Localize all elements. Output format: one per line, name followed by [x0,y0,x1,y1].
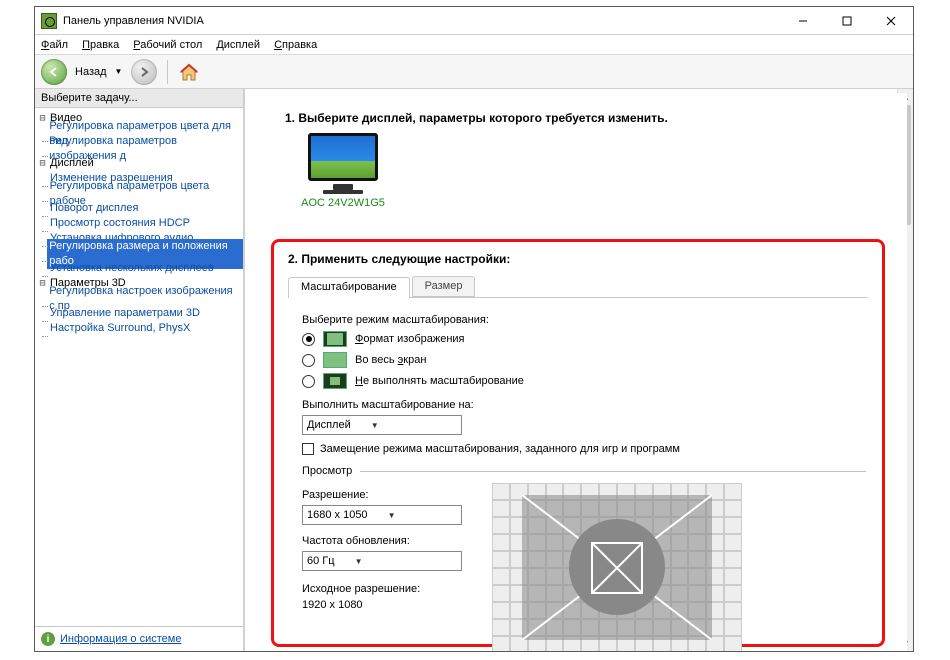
toolbar: Назад ▼ [35,55,913,89]
content-area: ▲▼ 1. Выберите дисплей, параметры которо… [245,89,913,651]
monitor-icon [308,133,378,181]
perform-on-value: Дисплей [307,419,351,431]
home-button[interactable] [178,61,200,83]
task-tree: ⊟Видео Регулировка параметров цвета для … [35,108,243,626]
radio-aspect[interactable] [302,333,315,346]
maximize-button[interactable] [825,7,869,35]
radio-noscale-label: Не выполнять масштабирование [355,375,524,387]
tree-item-3d-manage[interactable]: Управление параметрами 3D [48,306,202,321]
nvidia-icon [41,13,57,29]
preview-pane [492,483,742,651]
preview-label: Просмотр [302,465,352,477]
minimize-button[interactable] [781,7,825,35]
sidebar-header: Выберите задачу... [35,89,243,108]
monitor-name: AOC 24V2W1G5 [293,197,393,209]
tree-toggle-display[interactable]: ⊟ [37,156,48,171]
chevron-down-icon: ▼ [371,421,379,430]
radio-fullscreen[interactable] [302,354,315,367]
menubar: Файл Правка Рабочий стол Дисплей Справка [35,35,913,55]
menu-help[interactable]: Справка [274,39,317,51]
system-info-link[interactable]: Информация о системе [60,633,181,645]
app-window: Панель управления NVIDIA Файл Правка Раб… [34,6,914,652]
tree-item-multi-display[interactable]: Установка нескольких дисплеев [48,261,216,276]
scaling-mode-label: Выберите режим масштабирования: [302,314,866,326]
menu-file[interactable]: Файл [41,39,68,51]
tree-group-display: Дисплей [48,156,96,171]
resolution-label: Разрешение: [302,489,462,501]
menu-desktop[interactable]: Рабочий стол [133,39,202,51]
back-dropdown[interactable]: ▼ [115,67,125,76]
refresh-label: Частота обновления: [302,535,462,547]
refresh-select[interactable]: 60 Гц ▼ [302,551,462,571]
menu-display[interactable]: Дисплей [216,39,260,51]
native-value: 1920 x 1080 [302,599,462,611]
step1-heading: 1. Выберите дисплей, параметры которого … [285,111,907,125]
forward-button[interactable] [131,59,157,85]
native-label: Исходное разрешение: [302,583,462,595]
radio-aspect-label: Формат изображения [355,333,465,345]
highlight-box: 2. Применить следующие настройки: Масшта… [271,239,885,647]
radio-noscale[interactable] [302,375,315,388]
menu-edit[interactable]: Правка [82,39,119,51]
chevron-down-icon: ▼ [355,557,363,566]
step2-heading: 2. Применить следующие настройки: [288,252,868,266]
tree-item-surround[interactable]: Настройка Surround, PhysX [48,321,192,336]
tree-toggle-video[interactable]: ⊟ [37,111,48,126]
sidebar-footer: i Информация о системе [35,626,243,651]
override-label: Замещение режима масштабирования, заданн… [320,443,680,455]
back-label: Назад [75,66,107,78]
radio-fullscreen-label: Во весь экран [355,354,426,366]
perform-on-label: Выполнить масштабирование на: [302,399,866,411]
tab-scaling[interactable]: Масштабирование [288,277,410,298]
resolution-select[interactable]: 1680 x 1050 ▼ [302,505,462,525]
aspect-icon [323,331,347,347]
resolution-value: 1680 x 1050 [307,509,368,521]
monitor-item[interactable]: AOC 24V2W1G5 [293,133,393,209]
info-icon: i [41,632,55,646]
perform-on-select[interactable]: Дисплей ▼ [302,415,462,435]
noscale-icon [323,373,347,389]
tab-size[interactable]: Размер [412,276,476,297]
close-button[interactable] [869,7,913,35]
titlebar: Панель управления NVIDIA [35,7,913,35]
window-title: Панель управления NVIDIA [63,15,204,27]
fullscreen-icon [323,352,347,368]
sidebar: Выберите задачу... ⊟Видео Регулировка па… [35,89,245,651]
override-checkbox[interactable] [302,443,314,455]
back-button[interactable] [41,59,67,85]
refresh-value: 60 Гц [307,555,335,567]
tree-item-rotate[interactable]: Поворот дисплея [48,201,140,216]
tree-item-hdcp[interactable]: Просмотр состояния HDCP [48,216,192,231]
toolbar-divider [167,60,168,84]
chevron-down-icon: ▼ [388,511,396,520]
